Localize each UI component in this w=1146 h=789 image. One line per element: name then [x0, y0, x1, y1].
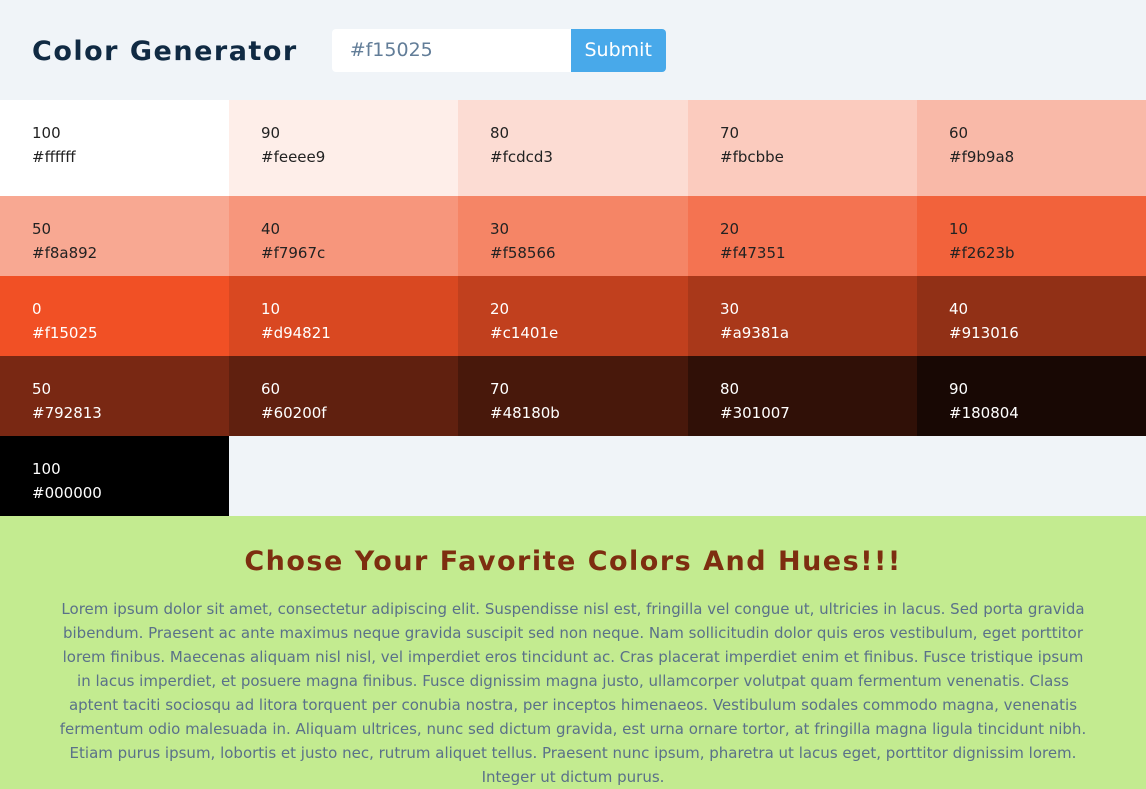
submit-button[interactable]: Submit [570, 28, 666, 72]
color-swatch[interactable]: 100 #000000 [0, 436, 229, 516]
color-swatch[interactable]: 80 #fcdcd3 [458, 100, 688, 196]
color-form: Submit [331, 28, 666, 72]
swatch-weight: 100 [32, 124, 61, 142]
swatch-weight: 40 [949, 300, 969, 318]
color-swatch[interactable]: 90 #feeee9 [229, 100, 458, 196]
swatch-weight: 80 [720, 380, 740, 398]
swatch-hex: #f58566 [490, 244, 556, 262]
header: Color Generator Submit [0, 0, 1146, 100]
color-swatch[interactable]: 40 #f7967c [229, 196, 458, 276]
swatch-hex: #d94821 [261, 324, 331, 342]
swatch-weight: 10 [949, 220, 969, 238]
swatch-hex: #180804 [949, 404, 1019, 422]
swatch-hex: #fbcbbe [720, 148, 784, 166]
color-swatch[interactable]: 70 #fbcbbe [688, 100, 917, 196]
swatch-hex: #f47351 [720, 244, 786, 262]
swatch-hex: #feeee9 [261, 148, 326, 166]
color-swatch[interactable]: 60 #60200f [229, 356, 458, 436]
swatch-hex: #f8a892 [32, 244, 98, 262]
info-section: Chose Your Favorite Colors And Hues!!! L… [0, 516, 1146, 789]
swatch-weight: 0 [32, 300, 42, 318]
swatch-hex: #48180b [490, 404, 560, 422]
color-swatch[interactable]: 10 #d94821 [229, 276, 458, 356]
swatch-hex: #f15025 [32, 324, 98, 342]
color-input[interactable] [331, 28, 571, 72]
swatch-hex: #c1401e [490, 324, 559, 342]
swatch-hex: #913016 [949, 324, 1019, 342]
color-swatch[interactable]: 80 #301007 [688, 356, 917, 436]
swatch-weight: 100 [32, 460, 61, 478]
color-swatch[interactable]: 30 #a9381a [688, 276, 917, 356]
color-swatch-grid: 100 #ffffff 90 #feeee9 80 #fcdcd3 70 #fbcbbe 60 #… [0, 100, 1146, 516]
color-swatch[interactable]: 40 #913016 [917, 276, 1146, 356]
color-swatch[interactable]: 0 #f15025 [0, 276, 229, 356]
swatch-weight: 30 [720, 300, 740, 318]
swatch-weight: 20 [720, 220, 740, 238]
swatch-weight: 70 [720, 124, 740, 142]
swatch-weight: 50 [32, 380, 52, 398]
color-swatch[interactable]: 30 #f58566 [458, 196, 688, 276]
swatch-weight: 70 [490, 380, 510, 398]
color-swatch[interactable]: 50 #792813 [0, 356, 229, 436]
swatch-weight: 20 [490, 300, 510, 318]
page-title: Color Generator [32, 35, 298, 67]
color-swatch[interactable]: 20 #c1401e [458, 276, 688, 356]
color-swatch[interactable]: 50 #f8a892 [0, 196, 229, 276]
swatch-hex: #f7967c [261, 244, 326, 262]
color-swatch[interactable]: 10 #f2623b [917, 196, 1146, 276]
swatch-weight: 50 [32, 220, 52, 238]
swatch-hex: #f9b9a8 [949, 148, 1015, 166]
swatch-hex: #000000 [32, 484, 102, 502]
color-swatch[interactable]: 90 #180804 [917, 356, 1146, 436]
color-swatch[interactable]: 20 #f47351 [688, 196, 917, 276]
color-swatch[interactable]: 60 #f9b9a8 [917, 100, 1146, 196]
swatch-weight: 90 [261, 124, 281, 142]
swatch-hex: #792813 [32, 404, 102, 422]
swatch-hex: #f2623b [949, 244, 1015, 262]
swatch-weight: 60 [261, 380, 281, 398]
swatch-weight: 80 [490, 124, 510, 142]
color-swatch[interactable]: 100 #ffffff [0, 100, 229, 196]
swatch-hex: #ffffff [32, 148, 76, 166]
section-heading: Chose Your Favorite Colors And Hues!!! [244, 546, 902, 577]
swatch-hex: #60200f [261, 404, 327, 422]
swatch-weight: 30 [490, 220, 510, 238]
swatch-hex: #a9381a [720, 324, 790, 342]
swatch-hex: #301007 [720, 404, 790, 422]
swatch-weight: 60 [949, 124, 969, 142]
swatch-hex: #fcdcd3 [490, 148, 553, 166]
section-body: Lorem ipsum dolor sit amet, consectetur … [59, 600, 1087, 786]
swatch-weight: 10 [261, 300, 281, 318]
color-swatch[interactable]: 70 #48180b [458, 356, 688, 436]
swatch-weight: 40 [261, 220, 281, 238]
swatch-weight: 90 [949, 380, 969, 398]
